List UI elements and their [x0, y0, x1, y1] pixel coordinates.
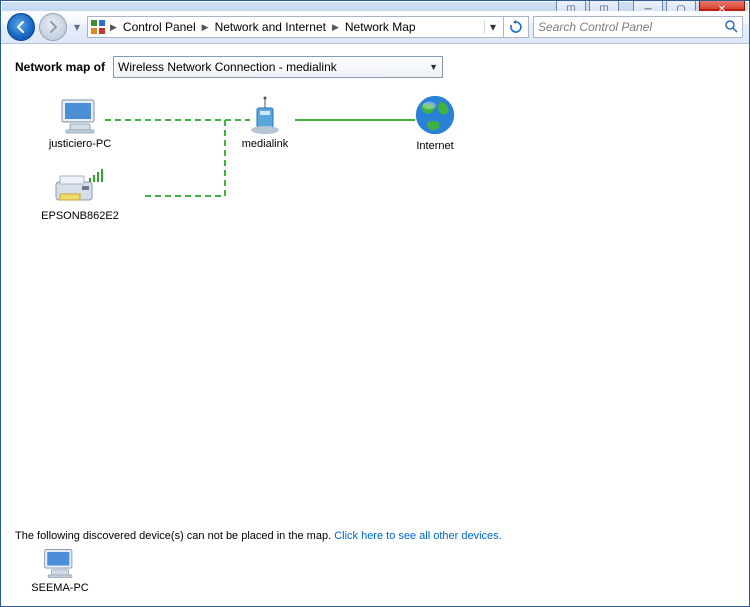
content-pane: Network map of Wireless Network Connecti… — [1, 44, 749, 242]
breadcrumb-network-map[interactable]: Network Map — [343, 20, 418, 34]
history-dropdown[interactable]: ▾ — [71, 17, 83, 37]
connection-select-value: Wireless Network Connection - medialink — [118, 60, 337, 74]
node-printer[interactable]: EPSONB862E2 — [25, 168, 135, 222]
window-titlebar: ◫ ◫ ─ ▢ ✕ — [1, 1, 749, 11]
connection-selector-row: Network map of Wireless Network Connecti… — [15, 56, 735, 78]
node-internet[interactable]: Internet — [380, 92, 490, 152]
chevron-down-icon: ▼ — [429, 62, 438, 72]
control-panel-icon — [90, 19, 106, 35]
computer-icon — [39, 546, 81, 580]
node-router[interactable]: medialink — [210, 96, 320, 150]
search-placeholder: Search Control Panel — [538, 20, 652, 34]
breadcrumb-sep-icon: ▶ — [108, 22, 119, 33]
breadcrumb-control-panel[interactable]: Control Panel — [121, 20, 198, 34]
network-map-of-label: Network map of — [15, 60, 105, 74]
connection-select[interactable]: Wireless Network Connection - medialink … — [113, 56, 443, 78]
computer-icon — [56, 96, 104, 136]
back-button[interactable] — [7, 13, 35, 41]
search-icon — [724, 19, 738, 36]
footer-area: The following discovered device(s) can n… — [15, 530, 735, 594]
breadcrumb[interactable]: ▶ Control Panel ▶ Network and Internet ▶… — [87, 16, 504, 38]
breadcrumb-dropdown[interactable]: ▾ — [484, 20, 501, 34]
forward-button[interactable] — [39, 13, 67, 41]
router-icon — [241, 96, 289, 136]
breadcrumb-network-internet[interactable]: Network and Internet — [213, 20, 328, 34]
see-all-devices-link[interactable]: Click here to see all other devices. — [334, 530, 502, 542]
node-this-pc[interactable]: justiciero-PC — [25, 96, 135, 150]
printer-icon — [52, 168, 108, 208]
breadcrumb-sep-icon: ▶ — [330, 22, 341, 33]
refresh-button[interactable] — [504, 16, 529, 38]
navigation-bar: ▾ ▶ Control Panel ▶ Network and Internet… — [1, 11, 749, 44]
node-unplaced-pc[interactable]: SEEMA-PC — [15, 546, 105, 594]
breadcrumb-sep-icon: ▶ — [200, 22, 211, 33]
globe-icon — [411, 92, 459, 138]
network-map: justiciero-PC medialink — [45, 96, 735, 236]
footer-message: The following discovered device(s) can n… — [15, 530, 331, 542]
search-input[interactable]: Search Control Panel — [533, 16, 743, 38]
